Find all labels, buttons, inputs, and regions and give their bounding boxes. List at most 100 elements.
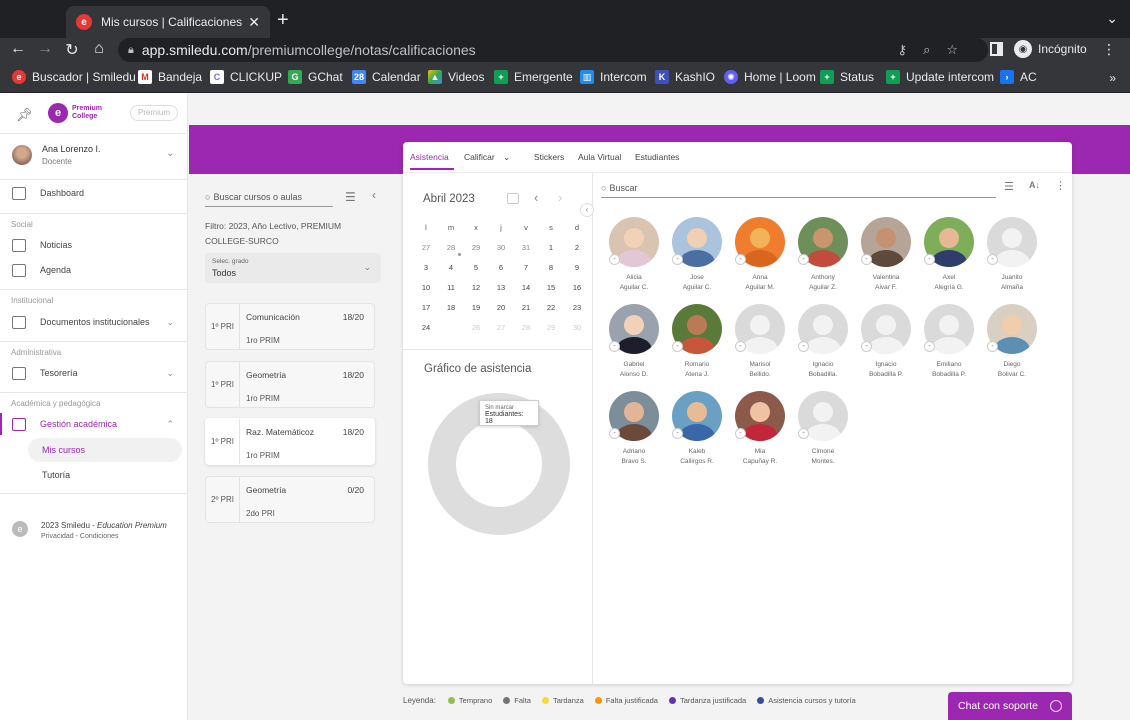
tab-estudiantes[interactable]: Estudiantes	[635, 152, 679, 162]
student-search-input[interactable]: ○ Buscar	[601, 178, 996, 198]
bookmark-buscador[interactable]: e Buscador | Smiledu	[12, 70, 136, 84]
course-card[interactable]: 1º PRI Comunicación 18/20 1ro PRIM	[205, 303, 375, 350]
key-icon[interactable]: ⚷	[898, 42, 924, 57]
attendance-status-badge[interactable]: -	[861, 254, 872, 265]
calendar-day[interactable]: 29	[541, 319, 561, 337]
reload-icon[interactable]: ↻	[62, 40, 82, 60]
attendance-status-badge[interactable]: -	[798, 254, 809, 265]
calendar-day[interactable]: 7	[516, 259, 536, 277]
bookmark-clickup[interactable]: C CLICKUP	[210, 70, 282, 84]
bookmark-status[interactable]: + Status	[820, 70, 874, 84]
address-bar[interactable]: 🔒︎ app.smiledu.com/premiumcollege/notas/…	[118, 38, 988, 62]
sidebar-item-noticias[interactable]: Noticias	[0, 234, 188, 256]
student-item[interactable]: - Adriano Bravo S.	[604, 391, 664, 467]
bookmark-intercom[interactable]: ▥ Intercom	[580, 70, 647, 84]
bookmark-update-intercom[interactable]: + Update intercom	[886, 70, 994, 84]
calendar-day[interactable]: 30	[491, 239, 511, 257]
course-card[interactable]: 1º PRI Geometría 18/20 1ro PRIM	[205, 361, 375, 408]
bookmark-kashio[interactable]: K KashIO	[655, 70, 715, 84]
close-tab-icon[interactable]: ✕	[248, 14, 260, 31]
chat-support-button[interactable]: Chat con soporte	[948, 692, 1072, 720]
forward-arrow-icon[interactable]: →	[35, 40, 55, 58]
calendar-day[interactable]: 6	[491, 259, 511, 277]
pin-icon[interactable]: 📌︎	[16, 107, 33, 123]
calendar-day[interactable]: 20	[491, 299, 511, 317]
calendar-day[interactable]: 8	[541, 259, 561, 277]
calendar-day[interactable]: 16	[567, 279, 587, 297]
attendance-status-badge[interactable]: -	[735, 428, 746, 439]
chevron-down-icon[interactable]: ⌄	[166, 148, 174, 159]
filter-icon[interactable]: ☰	[345, 190, 356, 204]
bookmarks-overflow-icon[interactable]: »	[1109, 71, 1116, 85]
student-item[interactable]: - Emiliano Bobadilla P.	[919, 304, 979, 380]
calendar-day[interactable]: 1	[541, 239, 561, 257]
student-item[interactable]: - Ignacio Bobadilla P.	[856, 304, 916, 380]
calendar-day[interactable]: 9	[567, 259, 587, 277]
tab-asistencia[interactable]: Asistencia	[410, 152, 449, 162]
calendar-day[interactable]: 26	[466, 319, 486, 337]
calendar-day[interactable]: 27	[491, 319, 511, 337]
calendar-day[interactable]: 15	[541, 279, 561, 297]
bookmark-star-icon[interactable]: ☆	[946, 42, 974, 57]
sidebar-item-gestion-academica[interactable]: Gestión académica ⌃	[0, 413, 188, 435]
sidebar-item-documentos[interactable]: Documentos institucionales ⌄	[0, 311, 188, 333]
calendar-day[interactable]: 30	[567, 319, 587, 337]
calendar-day[interactable]: 3	[416, 259, 436, 277]
calendar-day[interactable]: 4	[441, 259, 461, 277]
browser-menu-icon[interactable]: ⋮	[1102, 41, 1116, 58]
tab-stickers[interactable]: Stickers	[534, 152, 564, 162]
calendar-day[interactable]: 11	[441, 279, 461, 297]
attendance-status-badge[interactable]: -	[798, 428, 809, 439]
bookmark-gchat[interactable]: G GChat	[288, 70, 343, 84]
student-item[interactable]: - Marisol Bellido.	[730, 304, 790, 380]
bookmark-emergente[interactable]: + Emergente	[494, 70, 573, 84]
side-panel-icon[interactable]	[990, 42, 1003, 56]
back-arrow-icon[interactable]: ←	[8, 40, 28, 58]
collapse-calendar-icon[interactable]: ‹	[580, 203, 594, 217]
attendance-status-badge[interactable]: -	[798, 341, 809, 352]
attendance-status-badge[interactable]: -	[735, 341, 746, 352]
sidebar-item-dashboard[interactable]: Dashboard	[0, 182, 188, 204]
tab-aula-virtual[interactable]: Aula Virtual	[578, 152, 621, 162]
tab-calificar[interactable]: Calificar ⌄	[464, 152, 510, 163]
student-item[interactable]: - Diego Bolivar C.	[982, 304, 1042, 380]
bookmark-ac[interactable]: › AC	[1000, 70, 1037, 84]
attendance-status-badge[interactable]: -	[609, 428, 620, 439]
footer-links[interactable]: Privacidad - Condiciones	[41, 533, 118, 540]
student-item[interactable]: - Gabriel Alonso D.	[604, 304, 664, 380]
student-item[interactable]: - Kaleb Callirgos R.	[667, 391, 727, 467]
sidebar-subitem-mis-cursos[interactable]: Mis cursos	[28, 438, 182, 462]
student-item[interactable]: - Juanito Almaña	[982, 217, 1042, 293]
attendance-status-badge[interactable]: -	[672, 428, 683, 439]
bookmark-loom[interactable]: ✺ Home | Loom	[724, 70, 816, 84]
course-search-input[interactable]: ○ Buscar cursos o aulas	[205, 188, 333, 207]
calendar-day[interactable]: 14	[516, 279, 536, 297]
logo[interactable]: e Premium College	[48, 103, 112, 123]
student-item[interactable]: - Valentina Aivar F.	[856, 217, 916, 293]
calendar-day[interactable]: 27	[416, 239, 436, 257]
browser-tab[interactable]: e Mis cursos | Calificaciones ✕	[66, 6, 270, 38]
home-icon[interactable]: ⌂	[89, 40, 109, 58]
calendar-day[interactable]: 29	[466, 239, 486, 257]
sidebar-item-agenda[interactable]: Agenda	[0, 259, 188, 281]
calendar-day[interactable]: 24	[416, 319, 436, 337]
attendance-status-badge[interactable]: -	[609, 341, 620, 352]
student-item[interactable]: - Anthony Aguilar Z.	[793, 217, 853, 293]
sort-az-icon[interactable]: A↓	[1029, 180, 1040, 190]
chevron-right-icon[interactable]: ›	[558, 190, 562, 205]
bookmark-bandeja[interactable]: M Bandeja	[138, 70, 202, 84]
attendance-status-badge[interactable]: -	[987, 254, 998, 265]
attendance-status-badge[interactable]: -	[861, 341, 872, 352]
user-avatar[interactable]	[12, 145, 32, 165]
calendar-day[interactable]: 13	[491, 279, 511, 297]
student-item[interactable]: - Cimone Montes.	[793, 391, 853, 467]
attendance-status-badge[interactable]: -	[924, 341, 935, 352]
course-card-selected[interactable]: 1º PRI Raz. Matemáticoz 18/20 1ro PRIM	[205, 418, 375, 465]
calendar-day[interactable]: 22	[541, 299, 561, 317]
bookmark-videos[interactable]: ▲ Videos	[428, 70, 484, 84]
calendar-day[interactable]: 28	[516, 319, 536, 337]
chevron-left-icon[interactable]: ‹	[372, 188, 376, 202]
attendance-status-badge[interactable]: -	[924, 254, 935, 265]
attendance-status-badge[interactable]: -	[987, 341, 998, 352]
list-view-icon[interactable]: ☰	[1004, 180, 1014, 193]
